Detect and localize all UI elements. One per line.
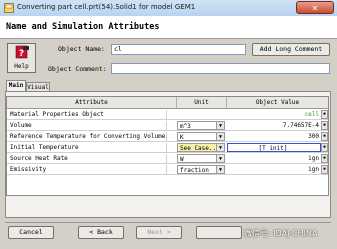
help-button[interactable]: ? Help xyxy=(7,43,36,73)
svg-text:?: ? xyxy=(19,49,24,59)
attribute-name: Emissivity xyxy=(7,165,167,174)
table-row[interactable]: Source Heat Rate W ▼ ign ▪ xyxy=(7,154,328,164)
attribute-name: Reference Temperature for Converting Vol… xyxy=(7,132,167,141)
section-title: Name and Simulation Attributes xyxy=(6,22,160,32)
attribute-name: Volume xyxy=(7,121,167,130)
footer-separator xyxy=(5,222,331,223)
object-name-label: Object Name: xyxy=(58,45,105,53)
header-band: Name and Simulation Attributes xyxy=(0,16,337,39)
app-icon xyxy=(4,3,14,13)
attribute-name: Source Heat Rate xyxy=(7,154,167,163)
chevron-down-icon[interactable]: ▼ xyxy=(216,165,225,174)
question-mark-icon: ? xyxy=(15,45,29,59)
chevron-down-icon[interactable]: ▼ xyxy=(216,143,225,152)
attribute-name: Material Properties Object xyxy=(7,110,167,119)
attribute-value[interactable]: ign xyxy=(227,165,321,174)
attribute-value[interactable]: 300 xyxy=(227,132,321,141)
attribute-value[interactable]: [T_init] xyxy=(227,143,321,152)
attribute-value[interactable]: cell xyxy=(227,110,321,119)
tab-visual[interactable]: Visual xyxy=(26,82,50,91)
table-row[interactable]: Volume m^3 ▼ 7.74657E-4 ▪ xyxy=(7,121,328,131)
value-edit-button[interactable]: ▪ xyxy=(321,154,328,163)
table-row[interactable]: Initial Temperature See Case... ▼ [T_ini… xyxy=(7,143,328,153)
help-label: Help xyxy=(14,63,29,70)
value-edit-button[interactable]: ▪ xyxy=(321,121,328,130)
table-row[interactable]: Material Properties Object cell ▪ xyxy=(7,110,328,120)
object-comment-field[interactable] xyxy=(111,63,330,74)
attribute-value[interactable]: ign xyxy=(227,154,321,163)
object-comment-label: Object Comment: xyxy=(48,65,107,73)
close-button[interactable]: ✕ xyxy=(296,1,334,14)
value-edit-button[interactable]: ▪ xyxy=(321,110,328,119)
back-button[interactable]: < Back xyxy=(78,226,124,239)
next-button[interactable]: Next > xyxy=(136,226,182,239)
watermark: 微信号: IDAJ-CHINA xyxy=(244,229,318,238)
unit-column-header: Unit xyxy=(177,97,227,109)
table-row[interactable]: Reference Temperature for Converting Vol… xyxy=(7,132,328,142)
value-edit-button[interactable]: ▪ xyxy=(321,132,328,141)
cancel-button[interactable]: Cancel xyxy=(8,226,54,239)
window-title: Converting part cell.prt(54).Solid1 for … xyxy=(17,3,196,11)
title-bar[interactable]: Converting part cell.prt(54).Solid1 for … xyxy=(0,0,337,17)
attribute-name: Initial Temperature xyxy=(7,143,167,152)
value-edit-button[interactable]: ▪ xyxy=(321,165,328,174)
value-column-header: Object Value xyxy=(227,97,328,109)
object-name-field[interactable]: cl xyxy=(111,44,246,55)
finish-button[interactable] xyxy=(196,226,242,239)
chevron-down-icon[interactable]: ▼ xyxy=(216,154,225,163)
dialog-window: Converting part cell.prt(54).Solid1 for … xyxy=(0,0,337,249)
add-long-comment-button[interactable]: Add Long Comment xyxy=(252,43,330,56)
attribute-column-header: Attribute xyxy=(7,97,177,109)
value-edit-button[interactable]: ▪ xyxy=(321,143,328,152)
attributes-table: Attribute Unit Object Value Material Pro… xyxy=(6,96,329,196)
chevron-down-icon[interactable]: ▼ xyxy=(216,121,225,130)
table-row[interactable]: Emissivity fraction ▼ ign ▪ xyxy=(7,165,328,175)
attribute-value[interactable]: 7.74657E-4 xyxy=(227,121,321,130)
chevron-down-icon[interactable]: ▼ xyxy=(216,132,225,141)
